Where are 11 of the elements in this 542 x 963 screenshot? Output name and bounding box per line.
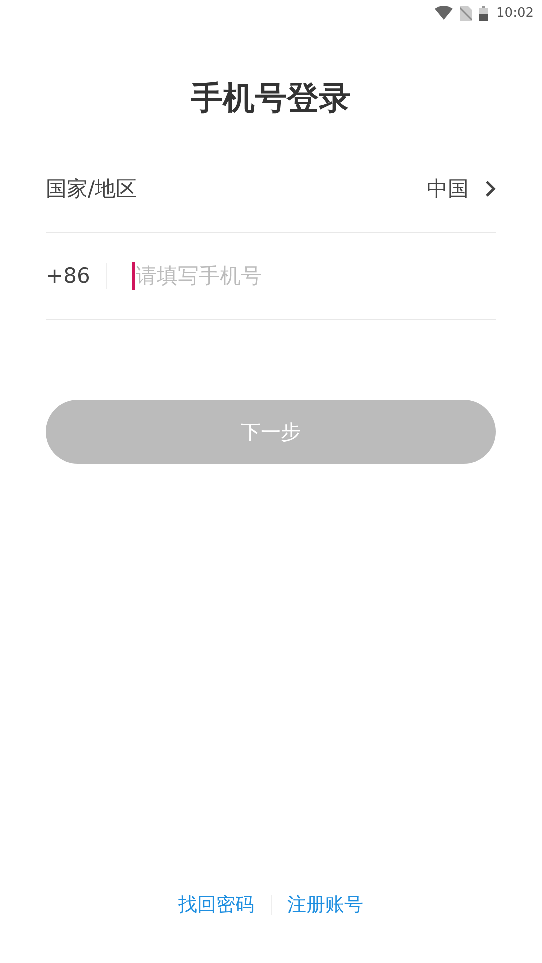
region-label: 国家/地区 xyxy=(46,176,138,203)
wifi-icon xyxy=(434,6,453,20)
page-title: 手机号登录 xyxy=(190,78,352,119)
battery-icon xyxy=(478,6,488,20)
footer-link[interactable]: 找回密码 xyxy=(176,892,256,918)
country-code[interactable]: +86 xyxy=(46,264,106,288)
no-sim-icon xyxy=(460,6,472,20)
footer-link[interactable]: 注册账号 xyxy=(286,892,366,918)
status-time: 10:02 xyxy=(496,6,534,20)
chevron-right-icon[interactable] xyxy=(485,180,496,198)
region-value[interactable]: 中国 xyxy=(427,175,469,203)
